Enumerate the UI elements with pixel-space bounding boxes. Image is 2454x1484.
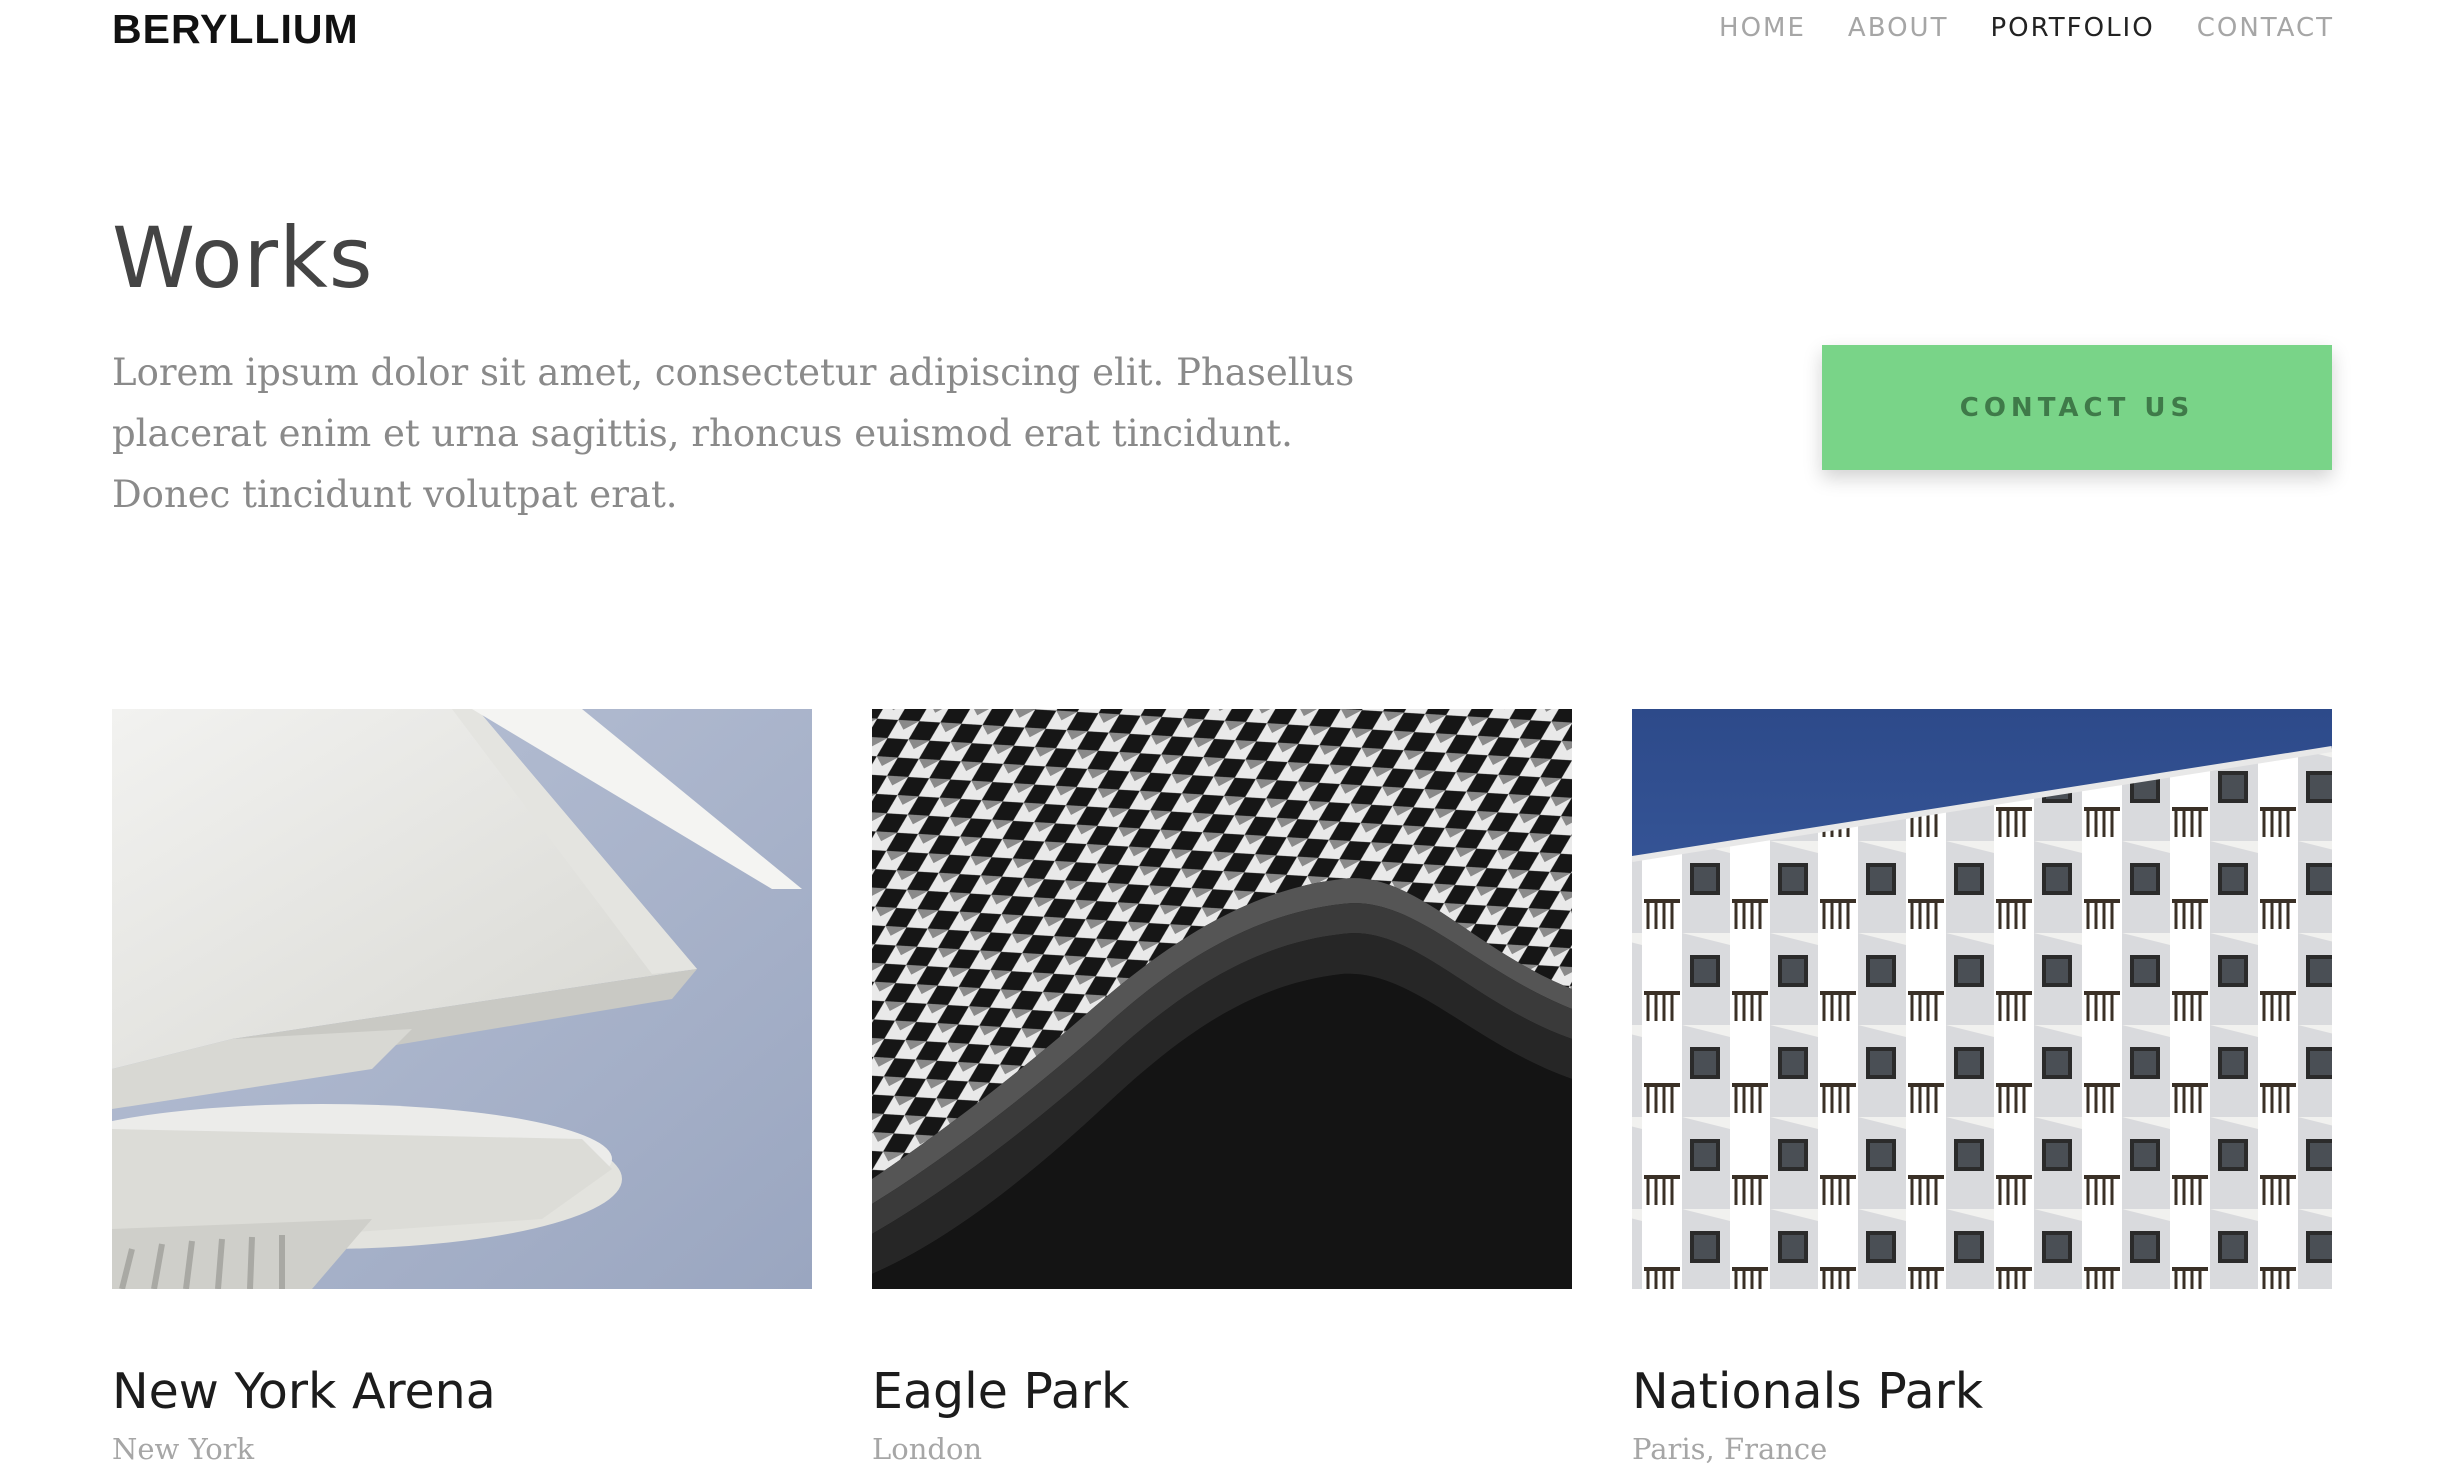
project-title[interactable]: Nationals Park [1632, 1363, 2332, 1421]
project-location: Paris, France [1632, 1432, 1828, 1466]
project-card[interactable]: Nationals Park Paris, France [1632, 709, 2332, 1467]
site-logo[interactable]: BERYLLIUM [112, 4, 359, 54]
contact-us-button[interactable]: CONTACT US [1822, 345, 2332, 470]
page-title: Works [112, 209, 374, 307]
main-nav: HOME ABOUT PORTFOLIO CONTACT [1719, 8, 2334, 48]
nav-about[interactable]: ABOUT [1848, 8, 1949, 48]
nav-portfolio[interactable]: PORTFOLIO [1990, 8, 2154, 48]
white-apartment-balconies-photo [1632, 709, 2332, 1289]
project-image[interactable] [112, 709, 812, 1289]
project-title[interactable]: Eagle Park [872, 1363, 1572, 1421]
nav-contact[interactable]: CONTACT [2197, 8, 2334, 48]
page: BERYLLIUM HOME ABOUT PORTFOLIO CONTACT W… [0, 0, 2454, 1484]
white-curved-architecture-photo [112, 709, 812, 1289]
project-title[interactable]: New York Arena [112, 1363, 812, 1421]
intro-text: Lorem ipsum dolor sit amet, consectetur … [112, 351, 1355, 516]
project-image[interactable] [872, 709, 1572, 1289]
project-location: London [872, 1432, 983, 1466]
project-image[interactable] [1632, 709, 2332, 1289]
project-card[interactable]: New York Arena New York [112, 709, 812, 1467]
project-location: New York [112, 1432, 255, 1466]
black-white-woven-facade-photo [872, 709, 1572, 1289]
nav-home[interactable]: HOME [1719, 8, 1806, 48]
project-card[interactable]: Eagle Park London [872, 709, 1572, 1467]
